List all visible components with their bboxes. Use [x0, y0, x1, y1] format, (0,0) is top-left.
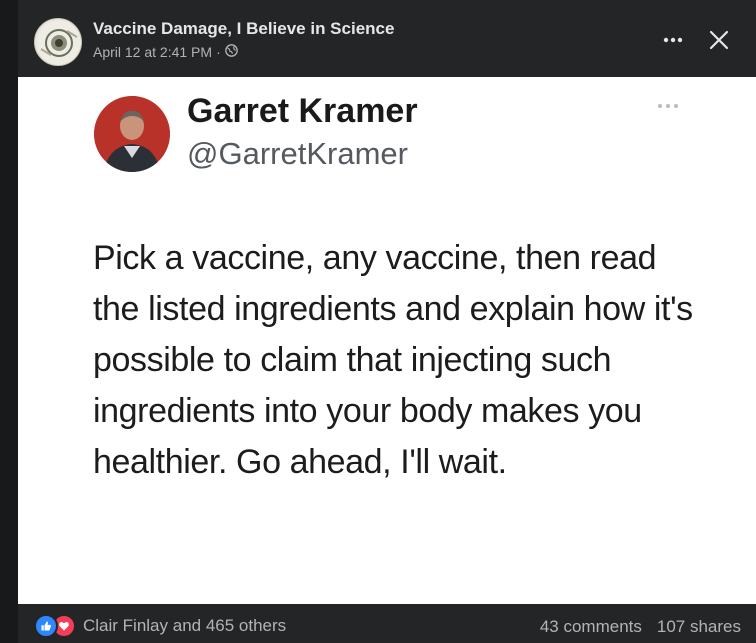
page-name[interactable]: Vaccine Damage, I Believe in Science	[93, 19, 394, 39]
shares-count[interactable]: 107 shares	[657, 617, 741, 637]
close-icon	[709, 30, 729, 50]
post-meta: April 12 at 2:41 PM ·	[93, 44, 238, 60]
globe-icon[interactable]	[224, 44, 238, 60]
tweet-author-avatar	[94, 96, 170, 172]
tweet-author-handle: @GarretKramer	[187, 136, 408, 171]
post-header: Vaccine Damage, I Believe in Science Apr…	[18, 0, 756, 77]
post-viewer: Vaccine Damage, I Believe in Science Apr…	[0, 0, 756, 643]
backdrop	[0, 0, 18, 643]
reaction-names[interactable]: Clair Finlay and 465 others	[83, 616, 286, 636]
like-icon	[34, 614, 58, 638]
comments-count[interactable]: 43 comments	[540, 617, 642, 637]
tweet-text: Pick a vaccine, any vaccine, then read t…	[93, 239, 693, 481]
post-footer: Clair Finlay and 465 others 43 comments …	[18, 604, 756, 643]
post-image[interactable]: Garret Kramer @GarretKramer Pick a vacci…	[18, 77, 756, 604]
tweet-author-name: Garret Kramer	[187, 92, 418, 130]
more-horizontal-icon	[663, 37, 683, 43]
reactions-summary[interactable]: Clair Finlay and 465 others	[34, 614, 286, 638]
more-options-button[interactable]	[658, 25, 688, 55]
meta-separator: ·	[216, 44, 221, 60]
engagement-counts: 43 comments 107 shares	[540, 617, 741, 637]
close-button[interactable]	[704, 25, 734, 55]
post-timestamp[interactable]: April 12 at 2:41 PM	[93, 44, 212, 60]
page-avatar[interactable]	[34, 18, 82, 66]
tweet-more-icon	[658, 104, 678, 108]
